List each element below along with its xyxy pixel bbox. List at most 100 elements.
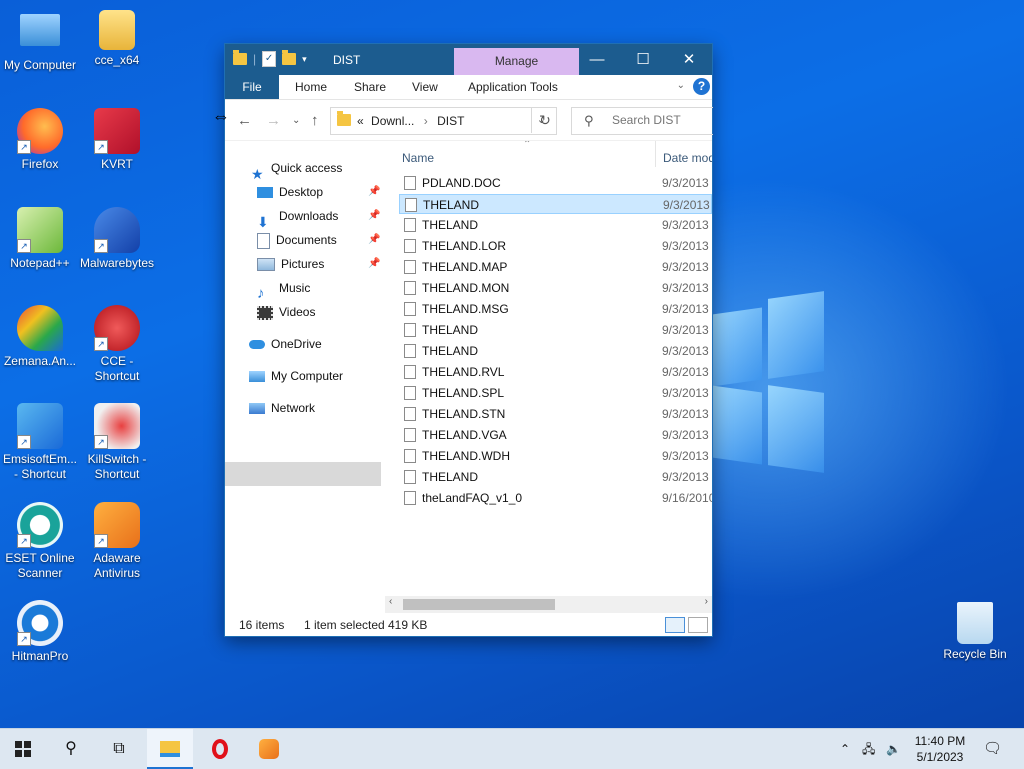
desktop-icon-kvrt[interactable]: ↗ KVRT: [77, 108, 157, 172]
file-name: THELAND.MON: [422, 281, 510, 295]
clock[interactable]: 11:40 PM 5/1/2023: [905, 733, 975, 765]
file-row[interactable]: THELAND 9/3/2013: [399, 341, 712, 361]
kvrt-icon: ↗: [94, 108, 140, 154]
file-row[interactable]: THELAND.MON 9/3/2013: [399, 278, 712, 298]
column-header-date[interactable]: Date mod: [663, 147, 712, 169]
breadcrumb-dist[interactable]: DIST: [437, 114, 464, 128]
details-view-button[interactable]: [665, 617, 685, 633]
scrollbar-thumb[interactable]: [403, 599, 555, 610]
taskbar-file-explorer[interactable]: [147, 729, 193, 769]
file-row[interactable]: THELAND.MSG 9/3/2013: [399, 299, 712, 319]
back-arrow-icon[interactable]: ←: [237, 112, 252, 129]
file-row[interactable]: THELAND.RVL 9/3/2013: [399, 362, 712, 382]
horizontal-scrollbar[interactable]: ‹ ›: [385, 596, 712, 613]
customize-dropdown-icon[interactable]: ▾: [302, 54, 307, 65]
file-row[interactable]: THELAND.LOR 9/3/2013: [399, 236, 712, 256]
file-row[interactable]: THELAND 9/3/2013: [399, 320, 712, 340]
file-row[interactable]: theLandFAQ_v1_0 9/16/2010: [399, 488, 712, 508]
nav-item-videos[interactable]: Videos: [257, 300, 315, 324]
pin-icon[interactable]: 📌: [368, 180, 380, 204]
column-separator[interactable]: [655, 141, 656, 167]
desktop-icon-emsisoft[interactable]: ↗ EmsisoftEm... - Shortcut: [0, 403, 80, 482]
column-header-name[interactable]: Name: [402, 147, 434, 169]
file-icon: [404, 260, 416, 274]
manage-tab[interactable]: Manage: [454, 48, 579, 75]
minimize-button[interactable]: —: [574, 44, 620, 75]
tab-home[interactable]: Home: [295, 75, 327, 99]
forward-arrow-icon[interactable]: →: [266, 112, 281, 129]
show-hidden-icons-button[interactable]: ⌃: [840, 729, 850, 769]
folder-icon: [233, 50, 247, 65]
file-row[interactable]: THELAND.VGA 9/3/2013: [399, 425, 712, 445]
file-row[interactable]: THELAND.WDH 9/3/2013: [399, 446, 712, 466]
nav-item-pictures[interactable]: Pictures 📌: [257, 252, 385, 276]
help-button[interactable]: ?: [693, 78, 710, 95]
expand-ribbon-icon[interactable]: ⌄: [677, 80, 685, 91]
desktop-icon-killswitch[interactable]: ↗ KillSwitch - Shortcut: [77, 403, 157, 482]
desktop-icon-hitmanpro[interactable]: ↗ HitmanPro: [0, 600, 80, 664]
file-date: 9/3/2013: [662, 365, 709, 379]
search-input[interactable]: [610, 112, 709, 128]
search-box[interactable]: ⚲: [571, 107, 713, 135]
desktop-icon-zemana[interactable]: Zemana.An...: [0, 305, 80, 369]
nav-item-documents[interactable]: Documents 📌: [257, 228, 385, 252]
nav-item-downloads[interactable]: ⬇ Downloads 📌: [257, 204, 385, 230]
volume-icon[interactable]: 🔈: [886, 729, 901, 769]
task-view-button[interactable]: ⧉: [96, 729, 142, 769]
nav-item-network[interactable]: Network: [249, 396, 315, 420]
scroll-right-icon[interactable]: ›: [705, 596, 708, 607]
nav-item-music[interactable]: ♪ Music: [257, 276, 310, 302]
recent-locations-icon[interactable]: ⌄: [292, 115, 300, 126]
desktop-icon-adaware[interactable]: ↗ Adaware Antivirus: [77, 502, 157, 581]
taskbar-adaware[interactable]: [246, 729, 292, 769]
file-date: 9/3/2013: [662, 218, 709, 232]
desktop-icon-malwarebytes[interactable]: ↗ Malwarebytes: [77, 207, 157, 271]
file-row[interactable]: THELAND 9/3/2013: [399, 467, 712, 487]
file-row[interactable]: THELAND.SPL 9/3/2013: [399, 383, 712, 403]
pin-icon[interactable]: 📌: [368, 228, 380, 252]
nav-item-my-computer[interactable]: My Computer: [249, 364, 343, 388]
title-bar[interactable]: | ✓ ▾ DIST Manage — ☐ ✕: [225, 44, 712, 75]
address-bar[interactable]: « Downl... › DIST ⌄: [330, 107, 557, 135]
refresh-button[interactable]: ↻: [531, 107, 558, 133]
desktop-icon-notepadpp[interactable]: ↗ Notepad++: [0, 207, 80, 271]
desktop-icon-eset[interactable]: ↗ ESET Online Scanner: [0, 502, 80, 581]
maximize-button[interactable]: ☐: [620, 44, 666, 75]
file-row[interactable]: PDLAND.DOC 9/3/2013: [399, 173, 712, 193]
file-row[interactable]: THELAND 9/3/2013: [399, 215, 712, 235]
taskbar-opera[interactable]: [197, 729, 243, 769]
nav-item-desktop[interactable]: Desktop 📌: [257, 180, 385, 204]
pin-icon[interactable]: 📌: [368, 252, 380, 276]
search-button[interactable]: ⚲: [48, 729, 94, 769]
start-button[interactable]: [0, 729, 46, 769]
tab-application-tools[interactable]: Application Tools: [468, 75, 558, 99]
tab-view[interactable]: View: [412, 75, 438, 99]
file-name: THELAND.WDH: [422, 449, 511, 463]
scroll-left-icon[interactable]: ‹: [389, 596, 392, 607]
file-row[interactable]: THELAND.STN 9/3/2013: [399, 404, 712, 424]
desktop-icon-firefox[interactable]: ↗ Firefox: [0, 108, 80, 172]
desktop-icon-cce-shortcut[interactable]: ↗ CCE - Shortcut: [77, 305, 157, 384]
selection-size: 419 KB: [388, 618, 428, 632]
desktop-icon-my-computer[interactable]: My Computer: [0, 10, 80, 73]
desktop-icon-recycle-bin[interactable]: Recycle Bin: [935, 602, 1015, 662]
close-button[interactable]: ✕: [666, 44, 712, 75]
pin-icon[interactable]: 📌: [368, 204, 380, 228]
nav-item-onedrive[interactable]: OneDrive: [249, 332, 322, 356]
file-row[interactable]: THELAND 9/3/2013: [399, 194, 712, 214]
selection-count: 1 item selected: [304, 618, 385, 632]
notifications-icon[interactable]: 🗨: [983, 729, 1002, 769]
network-status-icon[interactable]: 🖧: [862, 729, 875, 769]
properties-icon[interactable]: ✓: [262, 51, 277, 67]
tab-share[interactable]: Share: [354, 75, 386, 99]
breadcrumb-downloads[interactable]: Downl...: [371, 114, 414, 128]
large-icons-view-button[interactable]: [688, 617, 708, 633]
nav-item-quick-access[interactable]: ★ Quick access: [251, 156, 342, 182]
desktop-icon-cce-x64[interactable]: cce_x64: [77, 10, 157, 68]
cce-icon: ↗: [94, 305, 140, 351]
tab-file[interactable]: File: [225, 75, 279, 99]
file-date: 9/3/2013: [662, 449, 709, 463]
up-arrow-icon[interactable]: ↑: [311, 112, 319, 129]
new-folder-icon[interactable]: [282, 50, 297, 65]
file-row[interactable]: THELAND.MAP 9/3/2013: [399, 257, 712, 277]
